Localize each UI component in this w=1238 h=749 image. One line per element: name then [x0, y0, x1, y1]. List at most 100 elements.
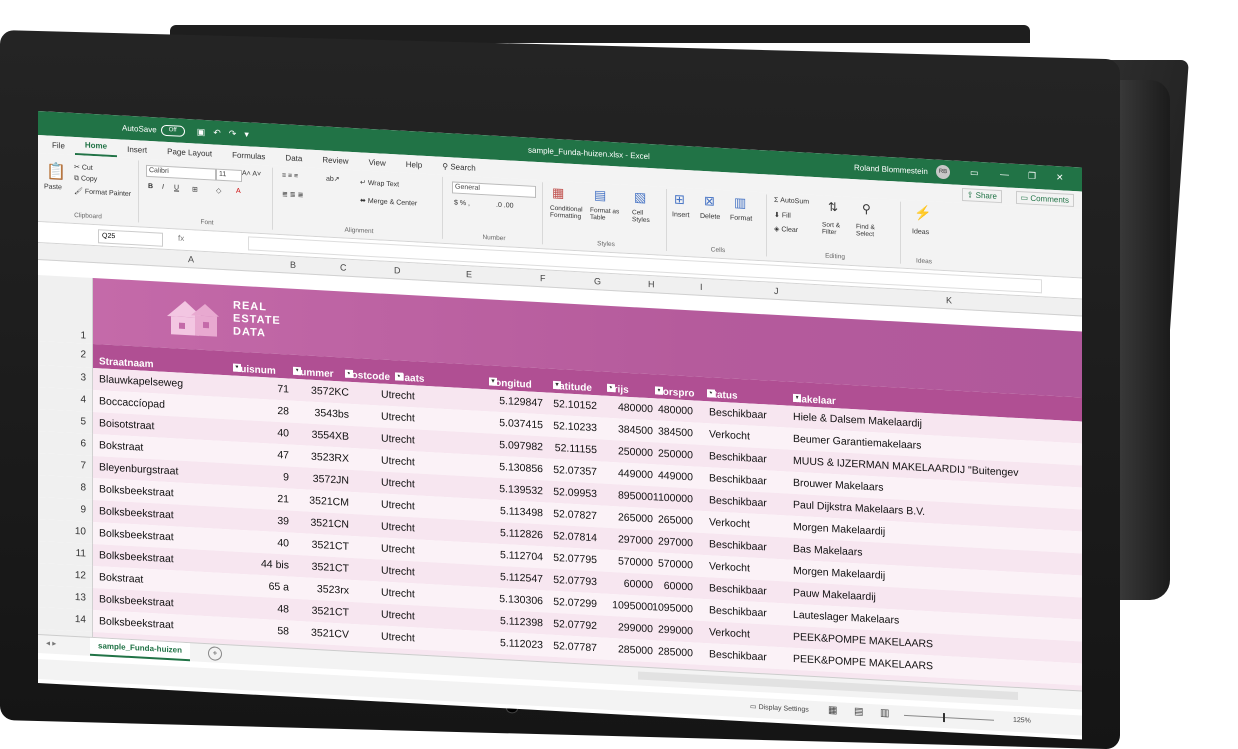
table-cell[interactable]: 47: [277, 449, 289, 462]
underline-icon[interactable]: U: [174, 184, 179, 191]
table-cell[interactable]: 895000: [618, 489, 653, 503]
table-cell[interactable]: 5.112547: [500, 571, 543, 585]
zoom-slider-thumb[interactable]: [943, 712, 945, 723]
row-header[interactable]: 14: [38, 606, 93, 632]
restore-icon[interactable]: ❐: [1028, 171, 1036, 182]
table-cell[interactable]: PEEK&POMPE MAKELAARS: [793, 631, 933, 651]
table-cell[interactable]: 3521CM: [309, 495, 349, 509]
table-cell[interactable]: 5.130306: [499, 593, 543, 607]
table-cell[interactable]: Utrecht: [381, 587, 415, 601]
font-color-icon[interactable]: A: [236, 188, 241, 195]
table-cell[interactable]: Bolksbeekstraat: [99, 505, 174, 521]
column-header[interactable]: F: [540, 273, 546, 283]
table-cell[interactable]: Paul Dijkstra Makelaars B.V.: [793, 499, 925, 518]
insert-button[interactable]: Insert: [672, 211, 690, 219]
table-cell[interactable]: 40: [277, 537, 289, 550]
column-header[interactable]: K: [946, 295, 952, 305]
sheet-tab[interactable]: sample_Funda-huizen: [90, 637, 191, 662]
table-cell[interactable]: 52.07299: [553, 596, 597, 610]
table-cell[interactable]: Bolksbeekstraat: [99, 615, 174, 631]
format-cells-icon[interactable]: ▥: [734, 195, 746, 212]
paste-button[interactable]: Paste: [44, 183, 62, 191]
row-header[interactable]: 12: [38, 562, 93, 588]
table-cell[interactable]: 3521CV: [311, 627, 349, 641]
name-box[interactable]: Q25: [98, 229, 163, 247]
table-cell[interactable]: 3572KC: [311, 385, 349, 399]
user-name[interactable]: Roland Blommestein: [854, 163, 928, 176]
table-cell[interactable]: PEEK&POMPE MAKELAARS: [793, 653, 933, 673]
table-cell[interactable]: 52.07814: [553, 530, 597, 544]
table-cell[interactable]: 52.09953: [553, 486, 597, 500]
table-cell[interactable]: Bokstraat: [99, 439, 143, 453]
table-cell[interactable]: 60000: [624, 578, 653, 592]
row-header[interactable]: 7: [38, 452, 93, 478]
table-cell[interactable]: 52.07795: [553, 552, 597, 566]
table-cell[interactable]: 250000: [658, 448, 693, 462]
table-cell[interactable]: 3521CT: [312, 539, 349, 553]
table-cell[interactable]: 570000: [618, 555, 653, 569]
table-cell[interactable]: Utrecht: [381, 609, 415, 623]
table-cell[interactable]: 250000: [618, 445, 653, 459]
table-cell[interactable]: Lauteslager Makelaars: [793, 609, 899, 627]
table-cell[interactable]: Utrecht: [381, 631, 415, 645]
table-cell[interactable]: 5.112023: [500, 637, 543, 651]
table-cell[interactable]: Utrecht: [381, 455, 415, 469]
table-cell[interactable]: 3523rx: [317, 583, 349, 597]
share-button[interactable]: ⇪ Share: [961, 187, 1002, 204]
table-cell[interactable]: 28: [277, 405, 289, 418]
table-cell[interactable]: 3543bs: [315, 407, 349, 421]
table-cell[interactable]: 480000: [618, 401, 653, 415]
table-cell[interactable]: 60000: [664, 580, 693, 594]
page-break-view-icon[interactable]: ▥: [880, 708, 889, 720]
table-cell[interactable]: 3572JN: [313, 473, 349, 487]
table-cell[interactable]: 1095000: [612, 599, 653, 613]
table-cell[interactable]: Beschikbaar: [709, 538, 767, 553]
table-cell[interactable]: 5.097982: [499, 439, 543, 453]
conditional-formatting-button[interactable]: Conditional Formatting: [550, 205, 586, 221]
italic-icon[interactable]: I: [162, 184, 164, 191]
table-cell[interactable]: 449000: [658, 470, 693, 484]
number-format-select[interactable]: General: [452, 181, 536, 198]
sort-filter-button[interactable]: Sort & Filter: [822, 221, 852, 237]
format-painter-button[interactable]: 🖌 Format Painter: [74, 187, 131, 198]
table-cell[interactable]: 58: [277, 625, 289, 638]
format-as-table-icon[interactable]: ▤: [594, 187, 606, 204]
bold-icon[interactable]: B: [148, 183, 153, 190]
redo-icon[interactable]: ↷: [229, 128, 237, 139]
table-cell[interactable]: Bolksbeekstraat: [99, 593, 174, 609]
table-cell[interactable]: Hiele & Dalsem Makelaardij: [793, 411, 922, 430]
insert-cells-icon[interactable]: ⊞: [674, 191, 685, 208]
zoom-slider[interactable]: [904, 714, 994, 721]
table-cell[interactable]: Pauw Makelaardij: [793, 587, 876, 603]
zoom-level[interactable]: 125%: [1013, 717, 1031, 725]
table-cell[interactable]: Beschikbaar: [709, 472, 767, 487]
table-cell[interactable]: 1095000: [652, 601, 693, 615]
table-cell[interactable]: Utrecht: [381, 477, 415, 491]
table-cell[interactable]: Bokstraat: [99, 571, 143, 585]
table-cell[interactable]: Beschikbaar: [709, 604, 767, 619]
align-top-icon[interactable]: ≡ ≡ ≡: [282, 172, 298, 180]
table-cell[interactable]: 65 a: [269, 580, 289, 593]
table-cell[interactable]: 39: [277, 515, 289, 528]
ribbon-display-icon[interactable]: ▭: [970, 167, 979, 178]
table-cell[interactable]: Bleyenburgstraat: [99, 461, 178, 477]
column-header[interactable]: G: [594, 276, 601, 286]
table-cell[interactable]: 5.112826: [500, 527, 543, 541]
table-cell[interactable]: 384500: [618, 423, 653, 437]
table-cell[interactable]: 52.07357: [553, 464, 597, 478]
table-cell[interactable]: Utrecht: [381, 433, 415, 447]
orientation-icon[interactable]: ab↗: [326, 175, 340, 184]
row-header[interactable]: 9: [38, 496, 93, 522]
add-sheet-icon[interactable]: +: [208, 646, 222, 661]
autosum-button[interactable]: Σ AutoSum: [774, 197, 809, 206]
column-header[interactable]: C: [340, 262, 347, 272]
table-cell[interactable]: Bas Makelaars: [793, 543, 862, 559]
table-cell[interactable]: Verkocht: [709, 560, 750, 574]
fill-button[interactable]: ⬇ Fill: [774, 211, 791, 220]
table-cell[interactable]: 5.037415: [499, 417, 543, 431]
table-cell[interactable]: 480000: [658, 404, 693, 418]
row-header[interactable]: 5: [38, 408, 93, 434]
table-cell[interactable]: 40: [277, 427, 289, 440]
format-button[interactable]: Format: [730, 214, 752, 222]
table-cell[interactable]: 3521CN: [310, 517, 349, 531]
